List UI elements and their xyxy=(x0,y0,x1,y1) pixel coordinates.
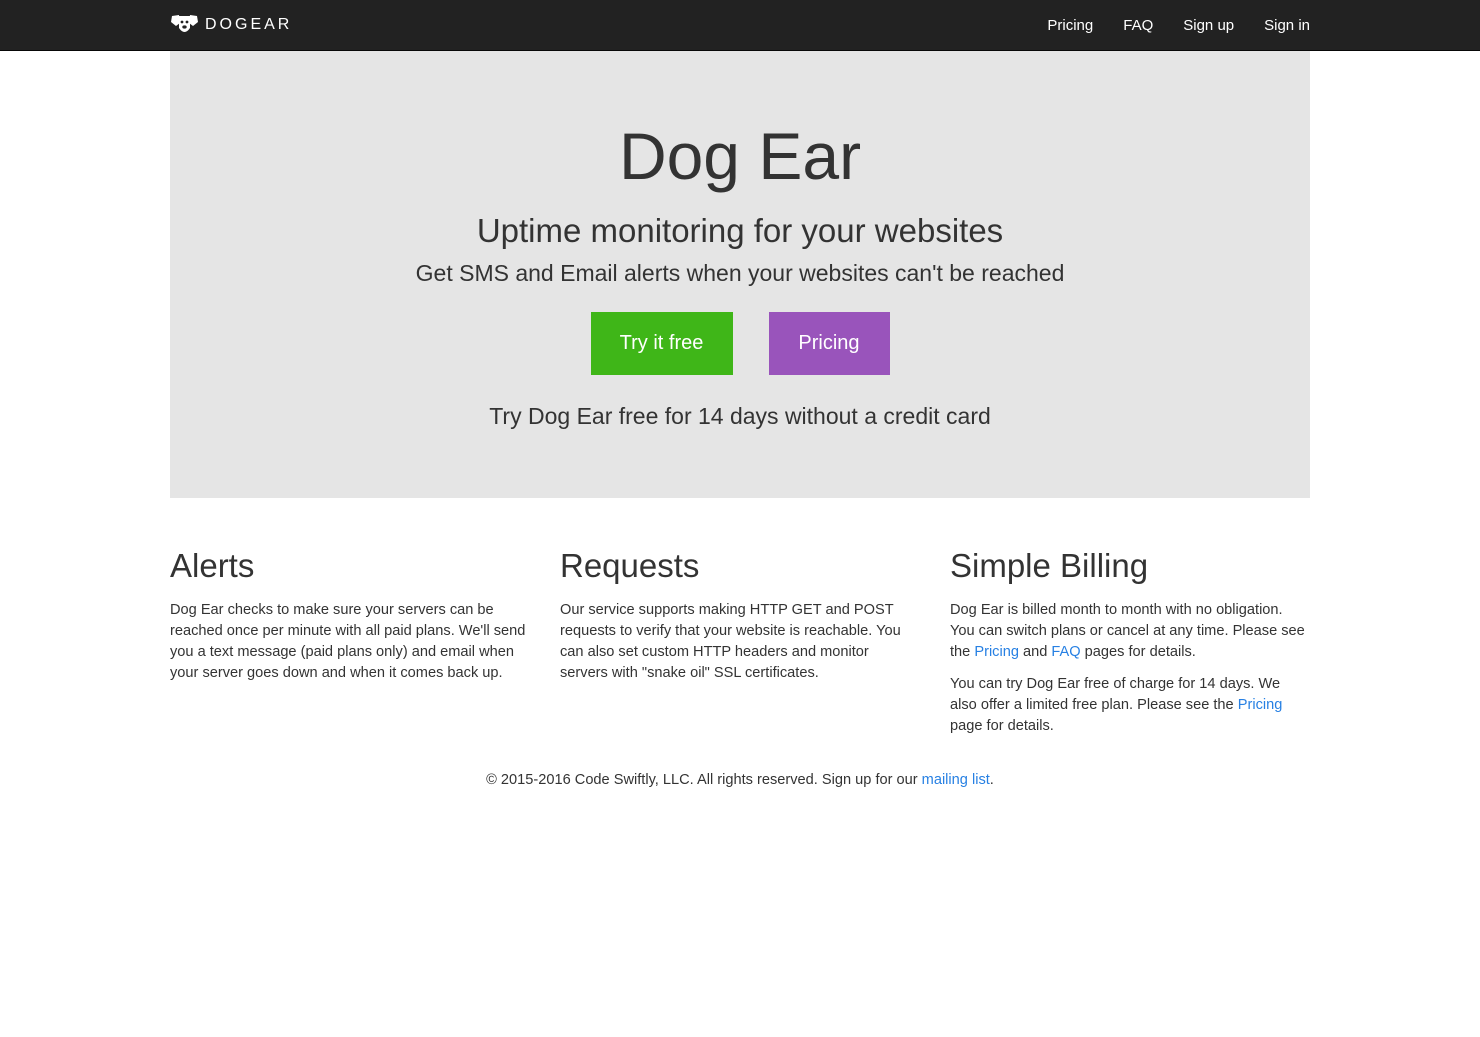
try-it-free-button[interactable]: Try it free xyxy=(590,312,733,375)
nav-faq-link[interactable]: FAQ xyxy=(1123,17,1153,34)
billing-pricing-link-2[interactable]: Pricing xyxy=(1238,697,1283,713)
pricing-button[interactable]: Pricing xyxy=(768,312,890,375)
billing-p2-end: page for details. xyxy=(950,718,1054,734)
feature-billing: Simple Billing Dog Ear is billed month t… xyxy=(935,546,1325,748)
footer-copyright: © 2015-2016 Code Swiftly, LLC. All right… xyxy=(486,772,922,788)
hero-title: Dog Ear xyxy=(618,119,862,193)
billing-p1-and: and xyxy=(1018,644,1052,660)
billing-pricing-link[interactable]: Pricing xyxy=(974,644,1019,660)
footer-end: . xyxy=(989,772,994,788)
mailing-list-link[interactable]: mailing list xyxy=(922,772,990,788)
brand-name: DOGEAR xyxy=(205,16,293,33)
hero-subtitle: Uptime monitoring for your websites xyxy=(476,212,1004,249)
feature-requests-title: Requests xyxy=(560,547,700,584)
feature-billing-paragraph-2: You can try Dog Ear free of charge for 1… xyxy=(950,674,1310,737)
feature-alerts-body: Dog Ear checks to make sure your servers… xyxy=(170,602,526,681)
billing-p1-end: pages for details. xyxy=(1080,644,1196,660)
hero-jumbotron: Dog Ear Uptime monitoring for your websi… xyxy=(170,51,1310,498)
footer: © 2015-2016 Code Swiftly, LLC. All right… xyxy=(0,770,1480,791)
billing-p2-text: You can try Dog Ear free of charge for 1… xyxy=(950,676,1281,713)
features-row: Alerts Dog Ear checks to make sure your … xyxy=(155,498,1325,748)
navbar-container: DOGEAR Pricing FAQ Sign up Sign in xyxy=(170,0,1310,50)
free-trial-note: Try Dog Ear free for 14 days without a c… xyxy=(489,403,991,429)
hero-buttons: Try it free Pricing xyxy=(170,312,1310,375)
feature-requests: Requests Our service supports making HTT… xyxy=(545,546,935,748)
nav-menu: Pricing FAQ Sign up Sign in xyxy=(1017,17,1310,34)
dog-face-icon xyxy=(170,14,199,36)
feature-requests-body: Our service supports making HTTP GET and… xyxy=(560,602,901,681)
hero-tagline: Get SMS and Email alerts when your websi… xyxy=(415,260,1065,286)
navbar: DOGEAR Pricing FAQ Sign up Sign in xyxy=(0,0,1480,51)
nav-signin-link[interactable]: Sign in xyxy=(1264,17,1310,34)
nav-pricing-link[interactable]: Pricing xyxy=(1047,17,1093,34)
feature-billing-title: Simple Billing xyxy=(950,547,1149,584)
feature-alerts-title: Alerts xyxy=(170,547,255,584)
billing-faq-link[interactable]: FAQ xyxy=(1051,644,1080,660)
feature-alerts: Alerts Dog Ear checks to make sure your … xyxy=(155,546,545,748)
feature-billing-paragraph-1: Dog Ear is billed month to month with no… xyxy=(950,600,1310,663)
nav-signup-link[interactable]: Sign up xyxy=(1183,17,1234,34)
brand-logo-link[interactable]: DOGEAR xyxy=(170,14,292,36)
